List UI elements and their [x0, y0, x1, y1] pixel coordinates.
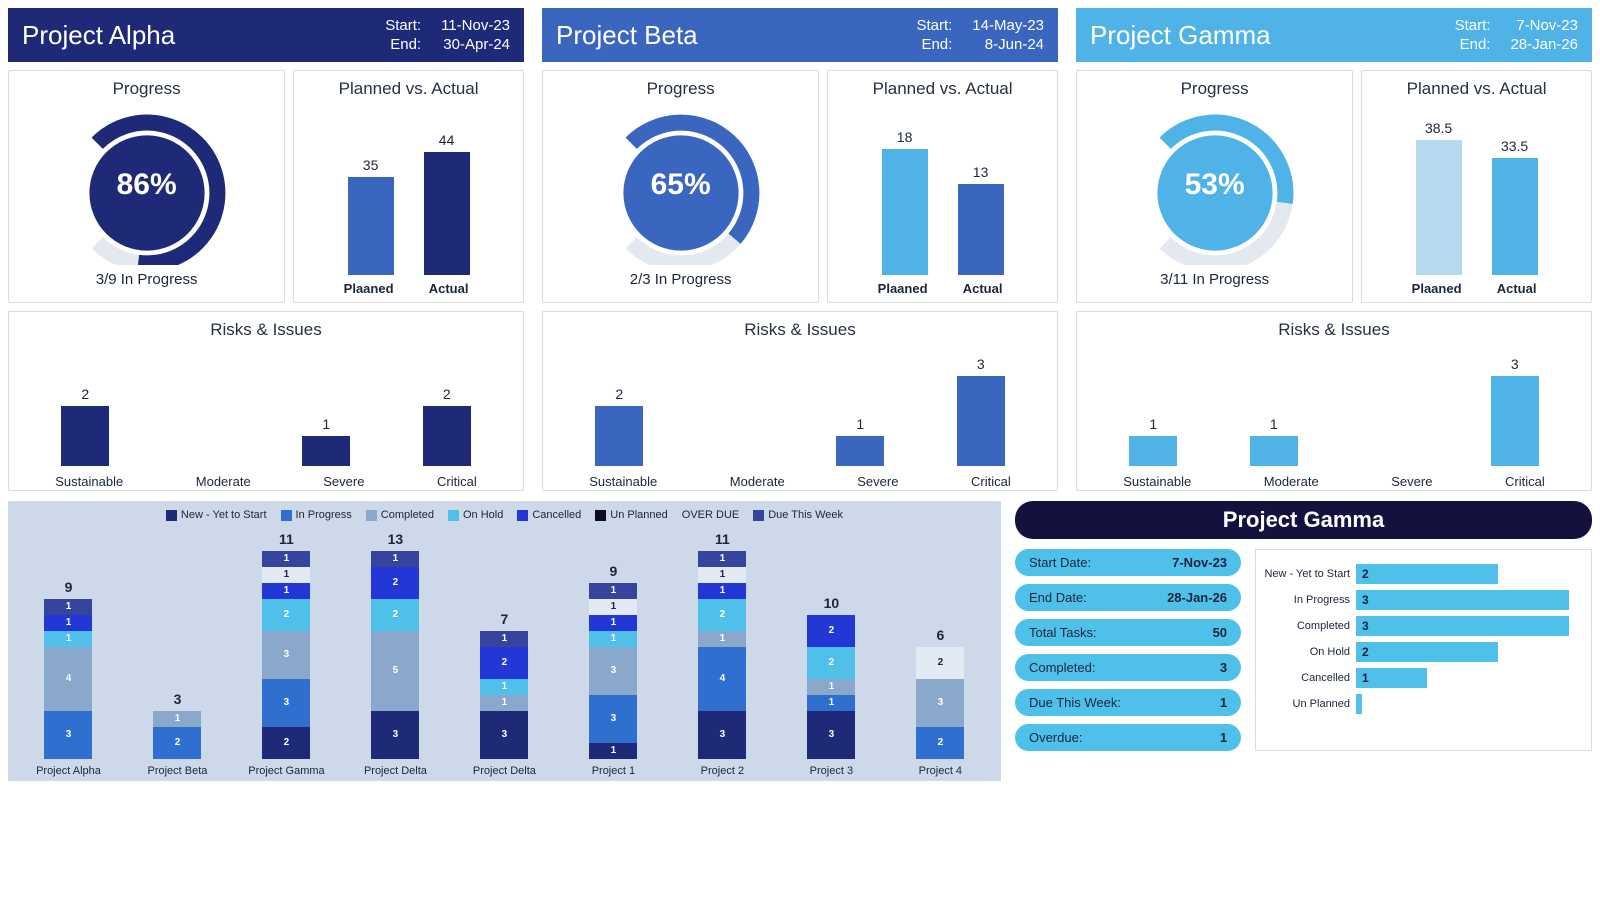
- project-title: Project Gamma: [1090, 20, 1271, 51]
- progress-card: Progress 65% 2/3 In Progress: [542, 70, 819, 303]
- stacked-column: 731121Project Delta: [460, 611, 548, 777]
- project-column: Project Beta Start:14-May-23 End:8-Jun-2…: [542, 8, 1058, 491]
- legend-item: OVER DUE: [682, 509, 739, 521]
- stacked-column: 91331111Project 1: [569, 563, 657, 777]
- planned-vs-actual-card: Planned vs. Actual 38.5 33.5 PlaanedActu…: [1361, 70, 1592, 303]
- detail-hbar-row: Un Planned: [1260, 694, 1583, 714]
- stacked-column: 934111Project Alpha: [24, 579, 112, 777]
- legend-item: Un Planned: [595, 509, 668, 521]
- detail-pill: End Date:28-Jan-26: [1015, 584, 1241, 611]
- project-column: Project Alpha Start:11-Nov-23 End:30-Apr…: [8, 8, 524, 491]
- legend-item: In Progress: [281, 509, 352, 521]
- project-detail-panel: Project Gamma Start Date:7-Nov-23 End Dat…: [1015, 501, 1592, 781]
- project-column: Project Gamma Start:7-Nov-23 End:28-Jan-…: [1076, 8, 1592, 491]
- legend-item: New - Yet to Start: [166, 509, 267, 521]
- detail-hbar-row: New - Yet to Start 2: [1260, 564, 1583, 584]
- stacked-column: 112332111Project Gamma: [242, 531, 330, 777]
- project-title: Project Alpha: [22, 20, 175, 51]
- risks-card: Risks & Issues 213SustainableModerateSev…: [542, 311, 1058, 491]
- detail-pill: Completed:3: [1015, 654, 1241, 681]
- tasks-stacked-chart: New - Yet to Start In Progress Completed On…: [8, 501, 1001, 781]
- project-title: Project Beta: [556, 20, 698, 51]
- detail-pill: Start Date:7-Nov-23: [1015, 549, 1241, 576]
- stacked-column: 1335221Project Delta: [351, 531, 439, 777]
- stacked-column: 1031122Project 3: [787, 595, 875, 777]
- detail-hbar-row: On Hold 2: [1260, 642, 1583, 662]
- progress-card: Progress 86% 3/9 In Progress: [8, 70, 285, 303]
- risks-card: Risks & Issues 113SustainableModerateSev…: [1076, 311, 1592, 491]
- planned-vs-actual-card: Planned vs. Actual 35 44 PlaanedActual: [293, 70, 524, 303]
- project-header: Project Gamma Start:7-Nov-23 End:28-Jan-…: [1076, 8, 1592, 62]
- detail-hbar-row: Completed 3: [1260, 616, 1583, 636]
- detail-hbar-row: In Progress 3: [1260, 590, 1583, 610]
- progress-gauge: 53%: [1135, 105, 1295, 265]
- legend-item: On Hold: [448, 509, 503, 521]
- planned-vs-actual-card: Planned vs. Actual 18 13 PlaanedActual: [827, 70, 1058, 303]
- project-dates: Start:7-Nov-23 End:28-Jan-26: [1455, 16, 1578, 55]
- detail-pill: Total Tasks:50: [1015, 619, 1241, 646]
- project-dates: Start:11-Nov-23 End:30-Apr-24: [385, 16, 510, 55]
- detail-title: Project Gamma: [1015, 501, 1592, 539]
- project-dates: Start:14-May-23 End:8-Jun-24: [916, 16, 1044, 55]
- legend-item: Cancelled: [517, 509, 581, 521]
- detail-hbar-chart: New - Yet to Start 2 In Progress 3 Complet…: [1255, 549, 1592, 751]
- progress-gauge: 86%: [67, 105, 227, 265]
- stacked-column: 113412111Project 2: [678, 531, 766, 777]
- project-header: Project Beta Start:14-May-23 End:8-Jun-2…: [542, 8, 1058, 62]
- legend-item: Due This Week: [753, 509, 843, 521]
- risks-card: Risks & Issues 212SustainableModerateSev…: [8, 311, 524, 491]
- detail-hbar-row: Cancelled 1: [1260, 668, 1583, 688]
- project-header: Project Alpha Start:11-Nov-23 End:30-Apr…: [8, 8, 524, 62]
- progress-gauge: 65%: [601, 105, 761, 265]
- legend-item: Completed: [366, 509, 434, 521]
- detail-pill: Overdue:1: [1015, 724, 1241, 751]
- detail-pill: Due This Week:1: [1015, 689, 1241, 716]
- stacked-column: 321Project Beta: [133, 691, 221, 777]
- stacked-column: 6232Project 4: [896, 627, 984, 777]
- progress-card: Progress 53% 3/11 In Progress: [1076, 70, 1353, 303]
